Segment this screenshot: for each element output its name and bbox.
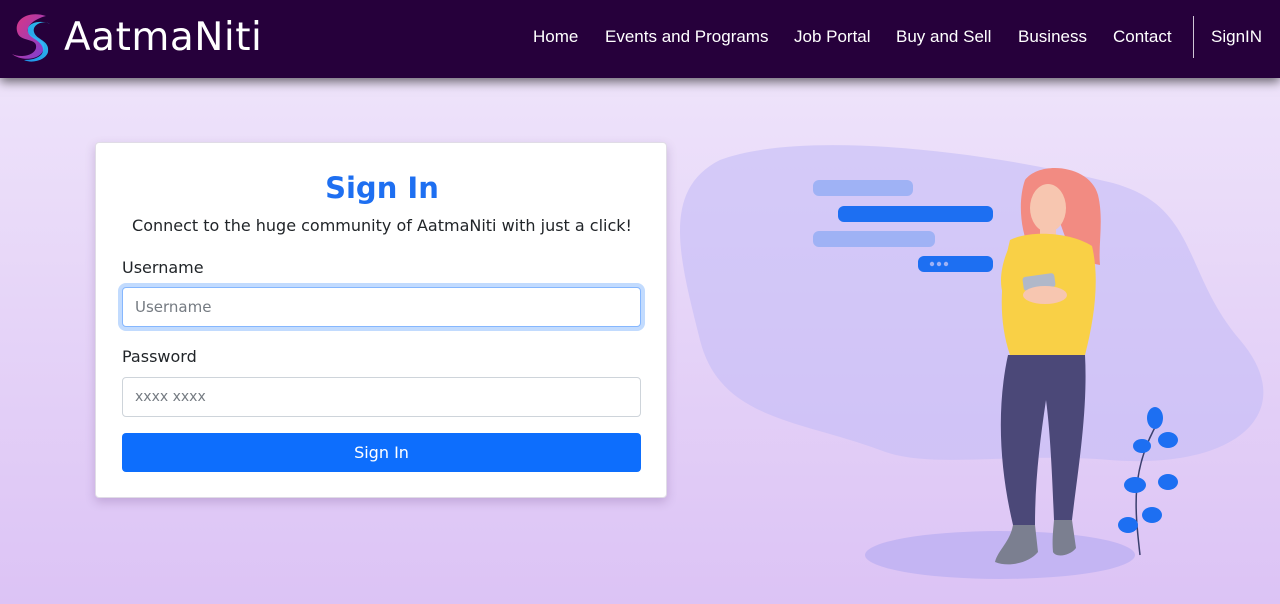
signin-title: Sign In	[325, 171, 439, 205]
chat-bubble-4	[918, 256, 993, 272]
right-shoe	[1052, 520, 1076, 556]
password-label: Password	[122, 347, 197, 366]
nav-contact-link[interactable]: Contact	[1113, 27, 1172, 47]
nav-home-link[interactable]: Home	[533, 27, 578, 47]
typing-dot	[936, 261, 942, 267]
nav-signin-link[interactable]: SignIN	[1211, 27, 1262, 47]
nav-buy-sell-link[interactable]: Buy and Sell	[896, 27, 991, 47]
chat-bubble-3	[813, 231, 935, 247]
typing-dot	[929, 261, 935, 267]
hands	[1023, 286, 1067, 304]
plant-leaf	[1124, 477, 1146, 493]
brand-name: AatmaNiti	[64, 14, 263, 60]
plant-leaf	[1158, 432, 1178, 448]
brand-home-link[interactable]: AatmaNiti	[8, 10, 262, 64]
nav-divider	[1193, 16, 1194, 58]
face	[1030, 184, 1066, 232]
signin-subtitle: Connect to the huge community of AatmaNi…	[132, 216, 632, 235]
plant-leaf	[1158, 474, 1178, 490]
typing-dot	[943, 261, 949, 267]
plant-leaf	[1147, 407, 1163, 429]
plant-leaf	[1118, 517, 1138, 533]
username-input[interactable]	[122, 287, 641, 327]
nav-job-portal-link[interactable]: Job Portal	[794, 27, 871, 47]
woman-with-phone-chat-illustration	[680, 145, 1264, 579]
nav-events-link[interactable]: Events and Programs	[605, 27, 768, 47]
plant-leaf	[1142, 507, 1162, 523]
signin-submit-button[interactable]: Sign In	[122, 433, 641, 472]
background-blob	[680, 145, 1264, 462]
signin-card: Sign In Connect to the huge community of…	[95, 142, 667, 498]
chat-bubble-2	[838, 206, 993, 222]
top-navbar: AatmaNiti Home Events and Programs Job P…	[0, 0, 1280, 78]
swirl-logo-icon	[12, 14, 50, 62]
chat-bubble-1	[813, 180, 913, 196]
plant-leaf	[1133, 439, 1151, 453]
nav-business-link[interactable]: Business	[1018, 27, 1087, 47]
password-input[interactable]	[122, 377, 641, 417]
username-label: Username	[122, 258, 204, 277]
